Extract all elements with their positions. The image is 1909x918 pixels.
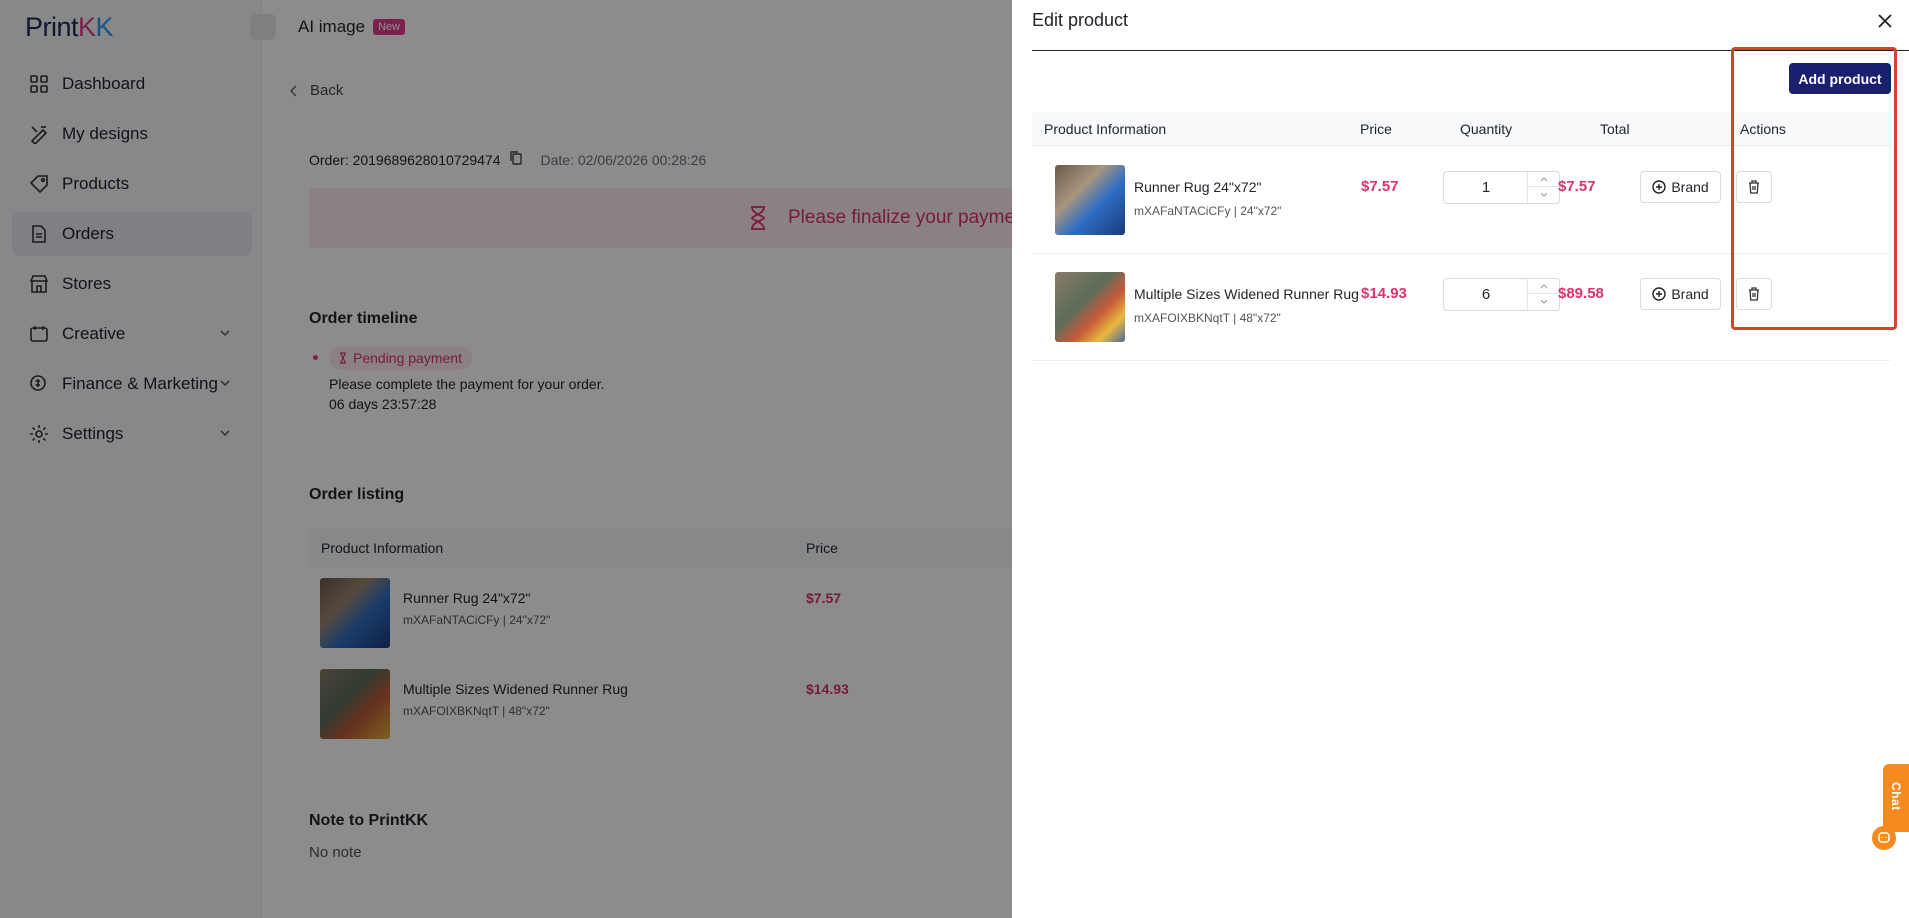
product-thumbnail [1055,272,1125,342]
quantity-stepper [1443,278,1560,311]
product-sku: mXAFOIXBKNqtT | 48"x72" [1134,311,1281,325]
chat-bubble-icon[interactable] [1872,826,1896,850]
quantity-input[interactable] [1444,172,1528,203]
product-price: $7.57 [1361,178,1399,195]
quantity-input[interactable] [1444,279,1528,310]
delete-button[interactable] [1736,171,1772,203]
product-name: Multiple Sizes Widened Runner Rug [1134,286,1359,302]
brand-button[interactable]: Brand [1640,278,1721,310]
chevron-up-icon [1540,283,1547,288]
product-total: $7.57 [1558,178,1596,195]
product-sku: mXAFaNTACiCFy | 24"x72" [1134,204,1282,218]
plus-circle-icon [1652,180,1667,194]
header-quantity: Quantity [1460,121,1513,137]
brand-button[interactable]: Brand [1640,171,1721,203]
chevron-down-icon [1540,192,1547,197]
chat-tab[interactable]: Chat [1883,764,1909,832]
increment-button[interactable] [1528,172,1559,187]
drawer-title: Edit product [1032,10,1129,30]
quantity-stepper [1443,171,1560,204]
close-icon [1878,14,1892,28]
brand-button-label: Brand [1671,286,1709,302]
brand-button-label: Brand [1671,179,1709,195]
chevron-up-icon [1540,176,1547,181]
header-actions: Actions [1740,121,1786,137]
stepper-arrows [1527,279,1559,310]
table-row: Multiple Sizes Widened Runner Rug mXAFOI… [1032,254,1890,361]
add-product-button[interactable]: Add product [1789,63,1891,94]
header-product-information: Product Information [1044,121,1167,137]
increment-button[interactable] [1528,279,1559,294]
decrement-button[interactable] [1528,187,1559,202]
chat-label: Chat [1889,782,1903,811]
close-button[interactable] [1874,10,1896,32]
product-total: $89.58 [1558,285,1604,302]
delete-button[interactable] [1736,278,1772,310]
product-table-header: Product Information Price Quantity Total… [1032,112,1890,146]
stepper-arrows [1527,172,1559,203]
trash-icon [1749,180,1759,194]
table-row: Runner Rug 24"x72" mXAFaNTACiCFy | 24"x7… [1032,147,1890,254]
chevron-down-icon [1540,299,1547,304]
header-total: Total [1600,121,1630,137]
product-thumbnail [1055,165,1125,235]
product-name: Runner Rug 24"x72" [1134,179,1262,195]
product-price: $14.93 [1361,285,1407,302]
header-price: Price [1360,121,1392,137]
plus-circle-icon [1652,287,1667,301]
modal-overlay[interactable] [0,0,1012,918]
decrement-button[interactable] [1528,294,1559,309]
drawer-divider [1032,50,1909,51]
edit-product-drawer: Edit product Add product Product Informa… [1012,0,1909,918]
trash-icon [1749,287,1759,301]
